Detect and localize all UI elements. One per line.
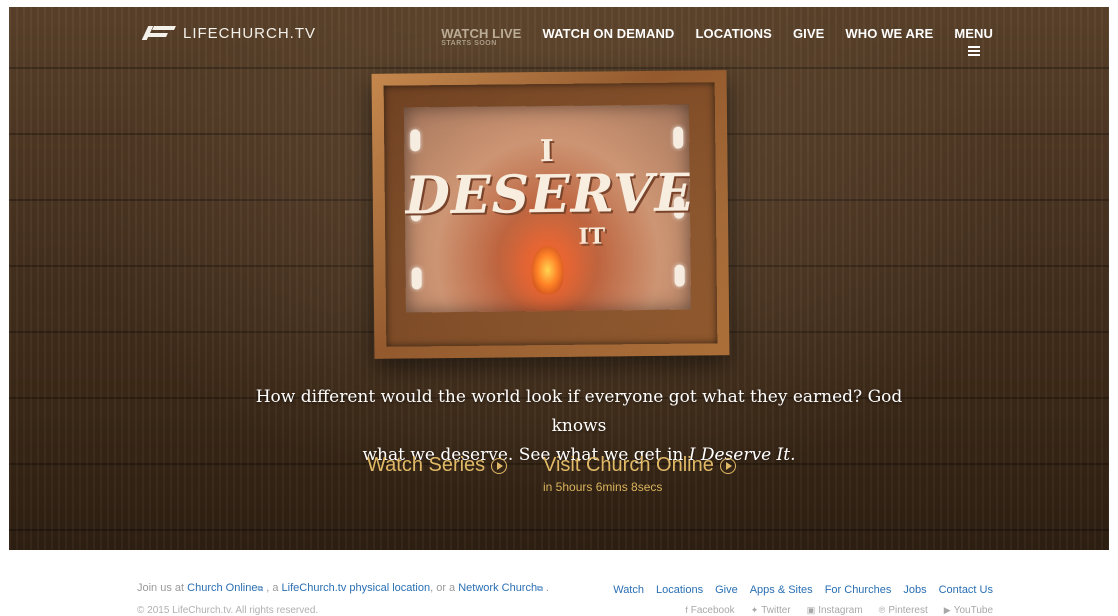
footer-links: Watch Locations Give Apps & Sites For Ch… xyxy=(613,584,993,596)
nav-who-we-are[interactable]: WHO WE ARE xyxy=(845,26,933,41)
footer-link-locations[interactable]: Locations xyxy=(656,584,703,596)
play-circle-icon xyxy=(719,457,736,474)
join-end: . xyxy=(542,582,549,594)
series-artwork: I DESERVE IT xyxy=(403,104,692,313)
pinterest-icon: ℗ xyxy=(878,605,886,615)
artwork-line-2: DESERVE xyxy=(404,162,692,227)
marquee-bulb-icon xyxy=(411,267,422,290)
facebook-icon: f xyxy=(685,605,688,615)
youtube-icon: ▶ xyxy=(943,605,951,615)
join-prefix: Join us at xyxy=(137,582,188,594)
site-logo[interactable]: LIFECHURCH.TV xyxy=(141,24,317,42)
social-youtube-label: YouTube xyxy=(953,605,993,616)
join-sep-1: , a xyxy=(263,582,282,594)
social-twitter-label: Twitter xyxy=(761,605,791,616)
nav-watch-live[interactable]: WATCH LIVE STARTS SOON xyxy=(441,26,521,47)
series-artwork-frame[interactable]: I DESERVE IT xyxy=(371,70,730,359)
footer-link-watch[interactable]: Watch xyxy=(613,584,644,596)
footer-link-give[interactable]: Give xyxy=(715,584,738,596)
social-facebook[interactable]: f Facebook xyxy=(685,605,734,616)
social-pinterest-label: Pinterest xyxy=(888,605,928,616)
logo-mark-icon xyxy=(141,24,176,42)
watch-series-label: Watch Series xyxy=(367,454,486,476)
nav-watch-on-demand[interactable]: WATCH ON DEMAND xyxy=(542,26,674,41)
physical-location-link[interactable]: LifeChurch.tv physical location xyxy=(282,582,431,594)
visit-church-online-link[interactable]: Visit Church Online xyxy=(543,454,736,477)
church-online-link[interactable]: Church Online xyxy=(187,582,257,594)
social-twitter[interactable]: ✦ Twitter xyxy=(751,605,791,616)
visit-church-online-label: Visit Church Online xyxy=(543,454,714,476)
nav-menu-button[interactable]: MENU xyxy=(954,26,993,56)
join-sep-2: , or a xyxy=(430,582,459,594)
nav-give[interactable]: GIVE xyxy=(793,26,824,41)
instagram-icon: ▣ xyxy=(806,605,816,615)
footer-link-for-churches[interactable]: For Churches xyxy=(825,584,892,596)
network-church-link[interactable]: Network Church xyxy=(458,582,537,594)
glowing-bulb-icon xyxy=(531,245,564,295)
marquee-bulb-icon xyxy=(674,264,685,287)
social-instagram-label: Instagram xyxy=(818,605,863,616)
main-nav: WATCH LIVE STARTS SOON WATCH ON DEMAND L… xyxy=(441,26,993,56)
nav-watch-live-status: STARTS SOON xyxy=(441,40,497,47)
copyright: © 2015 LifeChurch.tv. All rights reserve… xyxy=(137,605,319,616)
logo-text: LIFECHURCH.TV xyxy=(183,24,317,42)
footer-link-jobs[interactable]: Jobs xyxy=(903,584,926,596)
social-links: f Facebook ✦ Twitter ▣ Instagram ℗ Pinterest… xyxy=(685,605,993,616)
footer-join-text: Join us at Church Online⧉ , a LifeChurch… xyxy=(137,582,549,594)
tagline-line-1: How different would the world look if ev… xyxy=(255,387,903,436)
social-pinterest[interactable]: ℗ Pinterest xyxy=(879,605,928,616)
social-youtube[interactable]: ▶ YouTube xyxy=(944,605,993,616)
footer-link-apps-sites[interactable]: Apps & Sites xyxy=(750,584,813,596)
twitter-icon: ✦ xyxy=(750,605,759,615)
countdown-timer: in 5hours 6mins 8secs xyxy=(543,480,663,494)
watch-series-link[interactable]: Watch Series xyxy=(367,454,508,477)
nav-locations[interactable]: LOCATIONS xyxy=(695,26,772,41)
play-circle-icon xyxy=(491,457,508,474)
hamburger-icon xyxy=(967,46,980,56)
artwork-line-3: IT xyxy=(578,223,606,250)
footer-link-contact-us[interactable]: Contact Us xyxy=(939,584,993,596)
nav-watch-live-label: WATCH LIVE xyxy=(441,26,522,41)
social-instagram[interactable]: ▣ Instagram xyxy=(807,605,863,616)
nav-menu-label: MENU xyxy=(954,26,993,41)
social-facebook-label: Facebook xyxy=(690,605,735,616)
